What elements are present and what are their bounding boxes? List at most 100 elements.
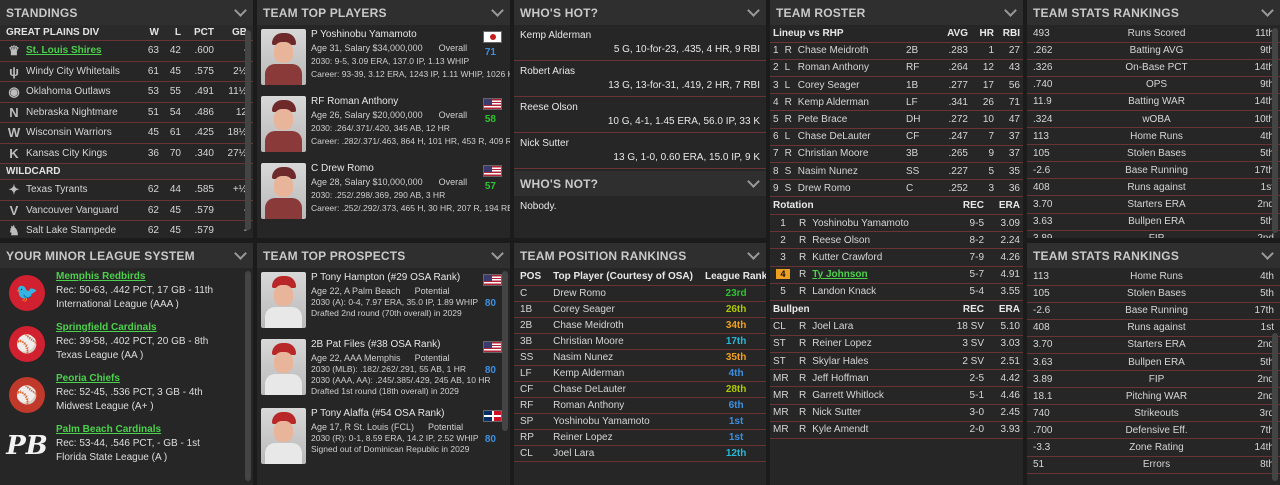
team-name[interactable]: Salt Lake Stampede xyxy=(26,225,116,236)
player-name[interactable]: Nasim Nunez xyxy=(795,163,903,180)
prospect-card[interactable]: P Tony Alaffa (#54 OSA Rank) Age 17, R S… xyxy=(257,404,510,471)
minor-team-entry[interactable]: PB Palm Beach Cardinals Rec: 53-44, .546… xyxy=(0,421,253,472)
team-name[interactable]: Vancouver Vanguard xyxy=(26,205,118,216)
player-photo[interactable] xyxy=(261,272,306,328)
team-name[interactable]: Texas Tyrants xyxy=(26,184,88,195)
rotation-row[interactable]: 1 R Yoshinobu Yamamoto 9-5 3.09 xyxy=(770,215,1023,232)
team-name[interactable]: Windy City Whitetails xyxy=(26,66,120,77)
lineup-row[interactable]: 6 L Chase DeLauter CF .247 7 37 xyxy=(770,128,1023,146)
hot-player-name[interactable]: Kemp Alderman xyxy=(514,25,766,41)
pitcher-name[interactable]: Jeff Hoffman xyxy=(809,370,937,387)
lineup-row[interactable]: 4 R Kemp Alderman LF .341 26 71 xyxy=(770,94,1023,111)
chevron-down-icon[interactable] xyxy=(747,4,760,17)
bullpen-row[interactable]: MR R Kyle Amendt 2-0 3.93 xyxy=(770,421,1023,439)
pitcher-name[interactable]: Reese Olson xyxy=(812,235,870,246)
top-player-name[interactable]: Joel Lara xyxy=(547,445,699,461)
position-ranking-row[interactable]: CF Chase DeLauter 28th xyxy=(514,381,766,397)
player-name[interactable]: P Yoshinobu Yamamoto xyxy=(311,25,510,40)
player-name[interactable]: Chase DeLauter xyxy=(795,128,903,145)
position-ranking-row[interactable]: SS Nasim Nunez 35th xyxy=(514,349,766,365)
position-ranking-row[interactable]: RP Reiner Lopez 1st xyxy=(514,429,766,445)
team-name[interactable]: St. Louis Shires xyxy=(26,45,102,56)
bullpen-row[interactable]: ST R Skylar Hales 2 SV 2.51 xyxy=(770,353,1023,370)
player-name[interactable]: Roman Anthony xyxy=(795,59,903,76)
prospect-name[interactable]: 2B Pat Files (#38 OSA Rank) xyxy=(311,335,510,350)
bullpen-row[interactable]: CL R Joel Lara 18 SV 5.10 xyxy=(770,318,1023,336)
lineup-row[interactable]: 9 S Drew Romo C .252 3 36 xyxy=(770,180,1023,197)
top-player-name[interactable]: Chase DeLauter xyxy=(547,381,699,397)
hot-player-name[interactable]: Nick Sutter xyxy=(514,133,766,149)
hot-player-entry[interactable]: Reese Olson 10 G, 4-1, 1.45 ERA, 56.0 IP,… xyxy=(514,97,766,133)
top-player-name[interactable]: Yoshinobu Yamamoto xyxy=(547,413,699,429)
hot-player-name[interactable]: Reese Olson xyxy=(514,97,766,113)
position-ranking-row[interactable]: CL Joel Lara 12th xyxy=(514,445,766,461)
player-photo[interactable] xyxy=(261,29,306,85)
pitcher-name[interactable]: Reiner Lopez xyxy=(809,335,937,352)
lineup-row[interactable]: 5 R Pete Brace DH .272 10 47 xyxy=(770,111,1023,129)
pitcher-name[interactable]: Kutter Crawford xyxy=(812,252,882,263)
minor-team-entry[interactable]: 🐦 Memphis Redbirds Rec: 50-63, .442 PCT,… xyxy=(0,268,253,319)
pitcher-name[interactable]: Skylar Hales xyxy=(809,353,937,370)
standings-row[interactable]: N Nebraska Nightmare 51 54 .486 12 xyxy=(0,103,253,123)
top-player-name[interactable]: Chase Meidroth xyxy=(547,317,699,333)
scrollbar[interactable] xyxy=(1272,28,1278,233)
standings-row[interactable]: ♛ St. Louis Shires 63 42 .600 - xyxy=(0,41,253,62)
top-player-card[interactable]: C Drew Romo Age 28, Salary $10,000,000 Ov… xyxy=(257,159,510,226)
player-name[interactable]: Corey Seager xyxy=(795,77,903,94)
lineup-row[interactable]: 7 R Christian Moore 3B .265 9 37 xyxy=(770,145,1023,163)
player-name[interactable]: Pete Brace xyxy=(795,111,903,128)
minor-team-name[interactable]: Springfield Cardinals xyxy=(56,322,157,333)
minor-team-name[interactable]: Peoria Chiefs xyxy=(56,373,120,384)
player-name[interactable]: C Drew Romo xyxy=(311,159,510,174)
chevron-down-icon[interactable] xyxy=(491,247,504,260)
minor-team-entry[interactable]: ⚾ Peoria Chiefs Rec: 52-45, .536 PCT, 3 … xyxy=(0,370,253,421)
top-player-card[interactable]: P Yoshinobu Yamamoto Age 31, Salary $34,… xyxy=(257,25,510,92)
top-player-name[interactable]: Drew Romo xyxy=(547,285,699,301)
chevron-down-icon[interactable] xyxy=(234,247,247,260)
top-player-name[interactable]: Corey Seager xyxy=(547,301,699,317)
chevron-down-icon[interactable] xyxy=(747,175,760,188)
chevron-down-icon[interactable] xyxy=(491,4,504,17)
standings-row[interactable]: ψ Windy City Whitetails 61 45 .575 2½ xyxy=(0,62,253,82)
hot-player-entry[interactable]: Nick Sutter 13 G, 1-0, 0.60 ERA, 15.0 IP,… xyxy=(514,133,766,169)
pitcher-name[interactable]: Ty Johnson xyxy=(812,269,867,280)
player-photo[interactable] xyxy=(261,408,306,464)
player-name[interactable]: Drew Romo xyxy=(795,180,903,197)
standings-row[interactable]: W Wisconsin Warriors 45 61 .425 18½ xyxy=(0,123,253,144)
lineup-row[interactable]: 1 R Chase Meidroth 2B .283 1 27 xyxy=(770,42,1023,60)
bullpen-row[interactable]: MR R Garrett Whitlock 5-1 4.46 xyxy=(770,387,1023,405)
top-player-name[interactable]: Reiner Lopez xyxy=(547,429,699,445)
hot-player-name[interactable]: Robert Arias xyxy=(514,61,766,77)
team-name[interactable]: Oklahoma Outlaws xyxy=(26,86,110,97)
scrollbar[interactable] xyxy=(245,271,251,481)
position-ranking-row[interactable]: 3B Christian Moore 17th xyxy=(514,333,766,349)
top-player-name[interactable]: Nasim Nunez xyxy=(547,349,699,365)
chevron-down-icon[interactable] xyxy=(1261,4,1274,17)
bullpen-row[interactable]: ST R Reiner Lopez 3 SV 3.03 xyxy=(770,335,1023,353)
chevron-down-icon[interactable] xyxy=(747,247,760,260)
team-name[interactable]: Wisconsin Warriors xyxy=(26,127,112,138)
scrollbar[interactable] xyxy=(1272,333,1278,481)
scrollbar[interactable] xyxy=(502,271,508,431)
prospect-card[interactable]: P Tony Hampton (#29 OSA Rank) Age 22, A … xyxy=(257,268,510,335)
position-ranking-row[interactable]: C Drew Romo 23rd xyxy=(514,285,766,301)
standings-row[interactable]: ✦ Texas Tyrants 62 44 .585 +½ xyxy=(0,180,253,201)
scrollbar[interactable] xyxy=(245,30,251,230)
top-player-name[interactable]: Kemp Alderman xyxy=(547,365,699,381)
bullpen-row[interactable]: MR R Nick Sutter 3-0 2.45 xyxy=(770,404,1023,422)
bullpen-row[interactable]: MR R Jeff Hoffman 2-5 4.42 xyxy=(770,370,1023,387)
hot-player-entry[interactable]: Robert Arias 13 G, 13-for-31, .419, 2 HR,… xyxy=(514,61,766,97)
player-name[interactable]: RF Roman Anthony xyxy=(311,92,510,107)
top-player-name[interactable]: Roman Anthony xyxy=(547,397,699,413)
hot-player-entry[interactable]: Kemp Alderman 5 G, 10-for-23, .435, 4 HR,… xyxy=(514,25,766,61)
position-ranking-row[interactable]: 1B Corey Seager 26th xyxy=(514,301,766,317)
top-player-name[interactable]: Christian Moore xyxy=(547,333,699,349)
player-photo[interactable] xyxy=(261,339,306,395)
standings-row[interactable]: ◉ Oklahoma Outlaws 53 55 .491 11½ xyxy=(0,82,253,103)
team-name[interactable]: Nebraska Nightmare xyxy=(26,107,118,118)
team-name[interactable]: Kansas City Kings xyxy=(26,148,107,159)
position-ranking-row[interactable]: SP Yoshinobu Yamamoto 1st xyxy=(514,413,766,429)
rotation-row[interactable]: 4 R Ty Johnson 5-7 4.91 xyxy=(770,266,1023,284)
player-name[interactable]: Chase Meidroth xyxy=(795,42,903,59)
minor-team-name[interactable]: Palm Beach Cardinals xyxy=(56,424,161,435)
